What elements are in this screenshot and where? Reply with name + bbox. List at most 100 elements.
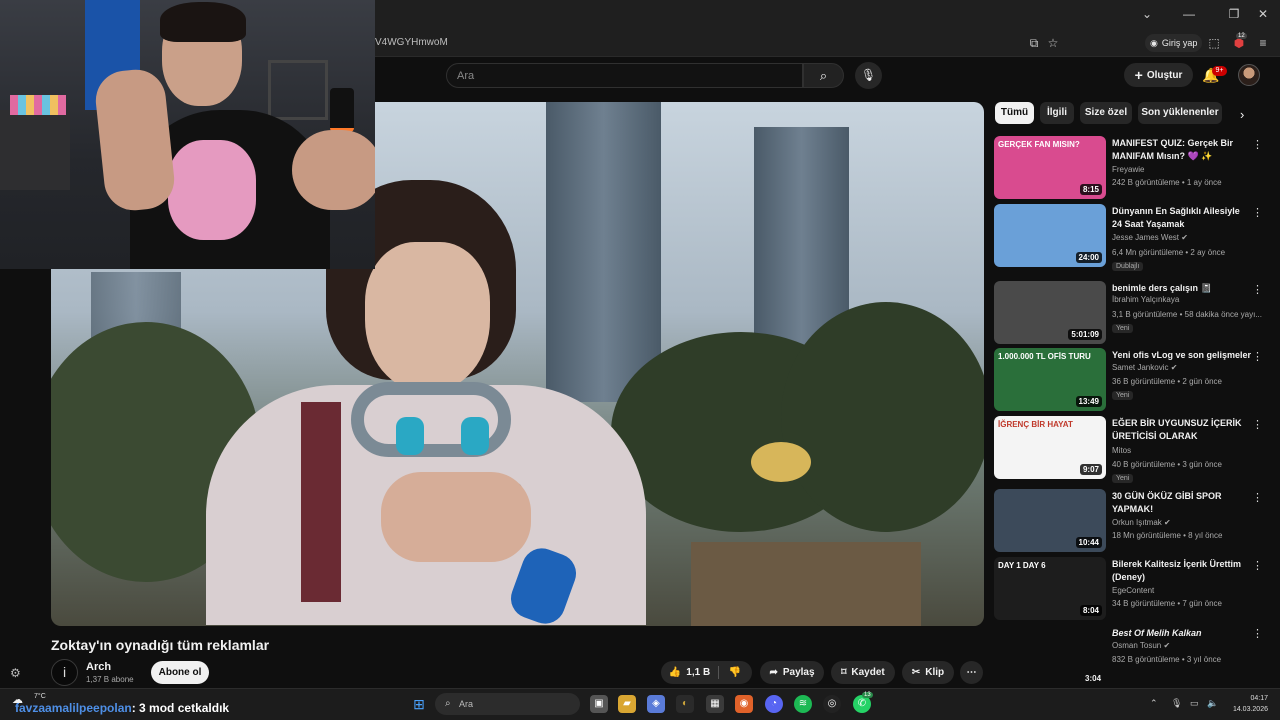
volume-icon[interactable]: 🔈 <box>1207 698 1218 709</box>
channel-name[interactable]: Arch <box>86 661 111 673</box>
recommendation-title[interactable]: Yeni ofis vLog ve son gelişmeler <box>1112 349 1252 362</box>
like-button[interactable]: 👍 1,1 B <box>661 661 718 684</box>
spotify-icon[interactable]: ≋ <box>794 695 812 713</box>
discord-icon[interactable]: ◔ <box>765 695 783 713</box>
share-button[interactable]: ➦ Paylaş <box>760 661 824 684</box>
minimize-icon[interactable]: — <box>1180 7 1198 21</box>
app-icon[interactable]: ◐ <box>676 695 694 713</box>
gear-icon[interactable]: ⚙ <box>10 666 21 680</box>
recommendation-card[interactable]: 5:01:09 benimle ders çalışın 📓 İbrahim Yal… <box>994 281 1274 345</box>
video-thumbnail[interactable]: 1.000.000 TL OFİS TURU 13:49 <box>994 348 1106 411</box>
windows-start-icon[interactable]: ⊞ <box>410 695 428 713</box>
recommendation-meta: 832 B görüntüleme • 3 yıl önce <box>1112 655 1222 664</box>
recommendation-title[interactable]: EĞER BİR UYGUNSUZ İÇERİK ÜRETİCİSİ OLARA… <box>1112 417 1252 443</box>
recommendation-channel[interactable]: İbrahim Yalçınkaya <box>1112 295 1179 304</box>
restore-icon[interactable]: ❐ <box>1225 7 1243 21</box>
recommendation-badge: Dublajlı <box>1112 262 1144 271</box>
signin-button[interactable]: ◉ Giriş yap <box>1145 34 1203 52</box>
notification-count-badge: 9+ <box>1212 66 1227 76</box>
recommendation-channel[interactable]: EgeContent <box>1112 586 1154 595</box>
dislike-button[interactable]: 👎 <box>718 661 752 684</box>
playground <box>691 542 921 626</box>
extensions-icon[interactable]: ⬚ <box>1205 36 1223 50</box>
video-thumbnail[interactable]: İĞRENÇ BİR HAYAT 9:07 <box>994 416 1106 479</box>
more-vertical-icon[interactable]: ⋮ <box>1252 418 1263 431</box>
chip-related[interactable]: İlgili <box>1040 102 1074 124</box>
chip-all[interactable]: Tümü <box>995 102 1034 124</box>
recommendation-channel[interactable]: Samet Jankovic ✔ <box>1112 363 1177 372</box>
recommendation-title[interactable]: 30 GÜN ÖKÜZ GİBİ SPOR YAPMAK! <box>1112 490 1252 516</box>
firefox-icon[interactable]: ◉ <box>735 695 753 713</box>
more-vertical-icon[interactable]: ⋮ <box>1252 206 1263 219</box>
copilot-icon[interactable]: ◈ <box>647 695 665 713</box>
search-button[interactable]: ⌕ <box>803 63 844 88</box>
lamp <box>330 88 354 132</box>
video-thumbnail[interactable]: 24:00 <box>994 204 1106 267</box>
url-text[interactable]: V4WGYHmwoM <box>375 37 448 48</box>
video-thumbnail[interactable]: 10:44 <box>994 489 1106 552</box>
install-app-icon[interactable]: ⧉ <box>1025 36 1043 51</box>
recommendation-meta: 3,1 B görüntüleme • 58 dakika önce yayı.… <box>1112 310 1262 319</box>
voice-search-button[interactable]: 🎙 <box>855 62 882 89</box>
store-icon[interactable]: ▦ <box>706 695 724 713</box>
user-avatar[interactable] <box>1238 64 1260 86</box>
task-view-icon[interactable]: ▣ <box>590 695 608 713</box>
chip-for-you[interactable]: Size özel <box>1080 102 1132 124</box>
chevron-right-icon[interactable]: › <box>1240 107 1244 122</box>
thumbnail-text: GERÇEK FAN MISIN? <box>998 140 1080 149</box>
recommendation-card[interactable]: 10:44 30 GÜN ÖKÜZ GİBİ SPOR YAPMAK! Orkun … <box>994 489 1274 553</box>
video-thumbnail[interactable]: GERÇEK FAN MISIN? 8:15 <box>994 136 1106 199</box>
recommendation-badge: Yeni <box>1112 391 1134 400</box>
recommendation-card[interactable]: DAY 1 DAY 6 8:04 Bilerek Kalitesiz İçerik … <box>994 557 1274 621</box>
video-duration: 8:15 <box>1079 184 1102 195</box>
recommendation-channel[interactable]: Jesse James West ✔ <box>1112 233 1188 242</box>
more-vertical-icon[interactable]: ⋮ <box>1252 283 1263 296</box>
search-input[interactable]: Ara <box>446 63 803 88</box>
channel-avatar[interactable]: i <box>51 659 78 686</box>
recommendation-channel[interactable]: Freyawie <box>1112 165 1144 174</box>
recommendation-title[interactable]: benimle ders çalışın 📓 <box>1112 282 1252 295</box>
display-icon[interactable]: ▭ <box>1190 698 1199 709</box>
menu-icon[interactable]: ≡ <box>1254 36 1272 50</box>
headphone-cup-right <box>461 417 489 455</box>
bookmark-star-icon[interactable]: ☆ <box>1044 36 1062 50</box>
save-button[interactable]: ⌑ Kaydet <box>831 661 895 684</box>
more-actions-button[interactable]: ⋯ <box>960 661 983 684</box>
recommendation-meta: 242 B görüntüleme • 1 ay önce <box>1112 178 1222 187</box>
recommendation-badge: Yeni <box>1112 324 1134 333</box>
chevron-down-icon[interactable]: ⌄ <box>1138 7 1156 21</box>
recommendation-card[interactable]: GERÇEK FAN MISIN? 8:15 MANIFEST QUIZ: Gerç… <box>994 136 1274 200</box>
video-duration: 8:04 <box>1079 605 1102 616</box>
more-vertical-icon[interactable]: ⋮ <box>1252 138 1263 151</box>
more-vertical-icon[interactable]: ⋮ <box>1252 491 1263 504</box>
obs-icon[interactable]: ◎ <box>823 695 841 713</box>
recommendation-meta: 34 B görüntüleme • 7 gün önce <box>1112 599 1222 608</box>
recommendation-title[interactable]: Best Of Melih Kalkan <box>1112 627 1252 640</box>
recommendation-channel[interactable]: Mitos <box>1112 446 1131 455</box>
chip-recent[interactable]: Son yüklenenler <box>1138 102 1222 124</box>
file-explorer-icon[interactable]: ▰ <box>618 695 636 713</box>
recommendation-title[interactable]: Dünyanın En Sağlıklı Ailesiyle 24 Saat Y… <box>1112 205 1252 231</box>
video-thumbnail[interactable]: 5:01:09 <box>994 281 1106 344</box>
recommendation-title[interactable]: Bilerek Kalitesiz İçerik Ürettim (Deney) <box>1112 558 1252 584</box>
temperature[interactable]: 7°C <box>34 693 46 700</box>
recommendation-card[interactable]: Best Of Melih Kalkan Osman Tosun ✔ 832 B g… <box>994 625 1274 689</box>
more-vertical-icon[interactable]: ⋮ <box>1252 627 1263 640</box>
taskbar-clock[interactable]: 04:17 14.03.2026 <box>1222 693 1268 715</box>
more-vertical-icon[interactable]: ⋮ <box>1252 559 1263 572</box>
recommendation-title[interactable]: MANIFEST QUIZ: Gerçek Bir MANIFAM Mısın?… <box>1112 137 1252 163</box>
recommendation-card[interactable]: İĞRENÇ BİR HAYAT 9:07 EĞER BİR UYGUNSUZ İÇ… <box>994 416 1274 483</box>
recommendation-card[interactable]: 24:00 Dünyanın En Sağlıklı Ailesiyle 24 S… <box>994 204 1274 271</box>
chevron-up-icon[interactable]: ⌃ <box>1150 698 1158 709</box>
clip-button[interactable]: ✂ Klip <box>902 661 954 684</box>
recommendation-card[interactable]: 1.000.000 TL OFİS TURU 13:49 Yeni ofis vLo… <box>994 348 1274 412</box>
taskbar-search-input[interactable]: Ara <box>435 693 580 715</box>
recommendation-channel[interactable]: Osman Tosun ✔ <box>1112 641 1170 650</box>
subscribe-button[interactable]: Abone ol <box>151 661 209 684</box>
create-button[interactable]: + Oluştur <box>1124 63 1193 87</box>
microphone-icon[interactable]: 🎙 <box>1171 698 1182 709</box>
close-icon[interactable]: ✕ <box>1254 7 1272 21</box>
more-vertical-icon[interactable]: ⋮ <box>1252 350 1263 363</box>
recommendation-channel[interactable]: Orkun Işıtmak ✔ <box>1112 518 1171 527</box>
video-thumbnail[interactable]: DAY 1 DAY 6 8:04 <box>994 557 1106 620</box>
